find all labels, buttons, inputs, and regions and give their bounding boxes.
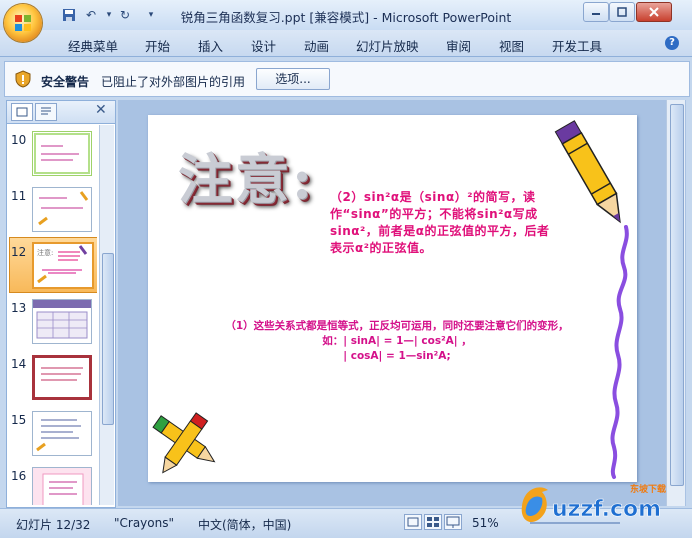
slide-number: 13 bbox=[11, 301, 27, 315]
slide-number: 10 bbox=[11, 133, 27, 147]
slide-canvas[interactable]: 注意: （2）sin²α是（sinα）²的简写，读作“sinα”的平方；不能将s… bbox=[148, 115, 637, 482]
office-button[interactable] bbox=[4, 4, 42, 42]
slide-scrollbar[interactable] bbox=[666, 100, 685, 506]
slide-number: 14 bbox=[11, 357, 27, 371]
language-indicator[interactable]: 中文(简体，中国) bbox=[198, 516, 291, 533]
tab-outline[interactable] bbox=[35, 103, 57, 121]
slide-title: 注意: bbox=[178, 147, 315, 211]
close-icon bbox=[649, 7, 659, 17]
slide-number: 12 bbox=[11, 245, 27, 259]
slide-sorter-button[interactable] bbox=[424, 514, 442, 530]
slideshow-view-button[interactable] bbox=[444, 514, 462, 530]
close-panel-icon[interactable]: ✕ bbox=[95, 102, 107, 118]
svg-text:注意:: 注意: bbox=[37, 248, 53, 257]
security-warning-bar: 安全警告 已阻止了对外部图片的引用 选项... bbox=[4, 61, 690, 97]
options-button[interactable]: 选项... bbox=[256, 68, 330, 90]
security-warning-message: 已阻止了对外部图片的引用 bbox=[101, 75, 246, 89]
slide-thumbnail-12[interactable]: 注意: bbox=[32, 242, 94, 289]
minimize-button[interactable] bbox=[583, 2, 609, 22]
normal-view-button[interactable] bbox=[404, 514, 422, 530]
tab-design[interactable]: 设计 bbox=[251, 36, 276, 55]
thumbnail-list: 10 11 12 注意: 13 14 15 16 bbox=[7, 125, 97, 505]
slide-sorter-icon bbox=[427, 517, 439, 527]
tab-view[interactable]: 视图 bbox=[499, 36, 524, 55]
normal-view-icon bbox=[407, 517, 419, 527]
tab-slideshow[interactable]: 幻灯片放映 bbox=[356, 36, 419, 55]
tab-classic-menu[interactable]: 经典菜单 bbox=[68, 36, 118, 55]
tab-developer[interactable]: 开发工具 bbox=[552, 36, 602, 55]
slide-number: 16 bbox=[11, 469, 27, 483]
slideshow-icon bbox=[446, 516, 460, 528]
close-button[interactable] bbox=[636, 2, 672, 22]
security-warning-title: 安全警告 bbox=[41, 75, 90, 89]
slide-thumbnail-15[interactable] bbox=[32, 411, 92, 456]
scrollbar-thumb[interactable] bbox=[102, 253, 114, 425]
theme-name: "Crayons" bbox=[114, 516, 175, 530]
help-icon[interactable]: ? bbox=[665, 36, 679, 50]
crayon-clipart-top bbox=[554, 120, 621, 224]
identity-line-2: 如：| sinA| = 1—| cos²A| ， bbox=[322, 335, 472, 347]
slides-panel: ✕ 10 11 12 注意: 13 14 15 16 bbox=[6, 100, 116, 508]
slide-scrollbar-thumb[interactable] bbox=[670, 104, 684, 486]
tab-animations[interactable]: 动画 bbox=[304, 36, 329, 55]
slide-note-text: （2）sin²α是（sinα）²的简写，读作“sinα”的平方；不能将sin²α… bbox=[330, 190, 550, 255]
slide-thumbnail-11[interactable] bbox=[32, 187, 92, 232]
watermark-text: uzzf.com bbox=[552, 497, 661, 522]
restore-icon bbox=[617, 7, 627, 17]
tab-home[interactable]: 开始 bbox=[145, 36, 170, 55]
zoom-level[interactable]: 51% bbox=[472, 516, 499, 530]
slide-identity-text: （1）这些关系式都是恒等式，正反均可运用，同时还要注意它们的变形， 如：| si… bbox=[172, 319, 622, 364]
minimize-icon bbox=[592, 13, 600, 15]
tab-review[interactable]: 审阅 bbox=[446, 36, 471, 55]
crayons-clipart-bottom bbox=[152, 412, 216, 474]
shield-warning-icon bbox=[15, 70, 31, 88]
slide-number: 15 bbox=[11, 413, 27, 427]
uzzf-watermark-logo: uzzf.com 东坡下载 bbox=[521, 483, 666, 522]
office-logo-icon bbox=[15, 15, 31, 31]
outline-tab-icon bbox=[41, 107, 51, 115]
slide-thumbnail-13[interactable] bbox=[32, 299, 92, 344]
slide-number: 11 bbox=[11, 189, 27, 203]
identity-line-1: （1）这些关系式都是恒等式，正反均可运用，同时还要注意它们的变形， bbox=[225, 320, 569, 332]
slide-thumbnail-10[interactable] bbox=[32, 131, 92, 176]
slide-counter: 幻灯片 12/32 bbox=[16, 518, 91, 532]
watermark-tagline: 东坡下载 bbox=[630, 483, 666, 495]
tab-insert[interactable]: 插入 bbox=[198, 36, 223, 55]
thumbnail-scrollbar[interactable] bbox=[99, 125, 114, 505]
slides-tab-icon bbox=[16, 107, 28, 117]
tab-slides[interactable] bbox=[11, 103, 33, 121]
identity-line-3: | cosA| = 1—sin²A; bbox=[343, 350, 451, 362]
restore-button[interactable] bbox=[609, 2, 635, 22]
slide-thumbnail-14[interactable] bbox=[32, 355, 92, 400]
purple-wave-line bbox=[610, 225, 629, 479]
slide-thumbnail-16[interactable] bbox=[32, 467, 92, 505]
panel-tabs: ✕ bbox=[7, 101, 115, 124]
